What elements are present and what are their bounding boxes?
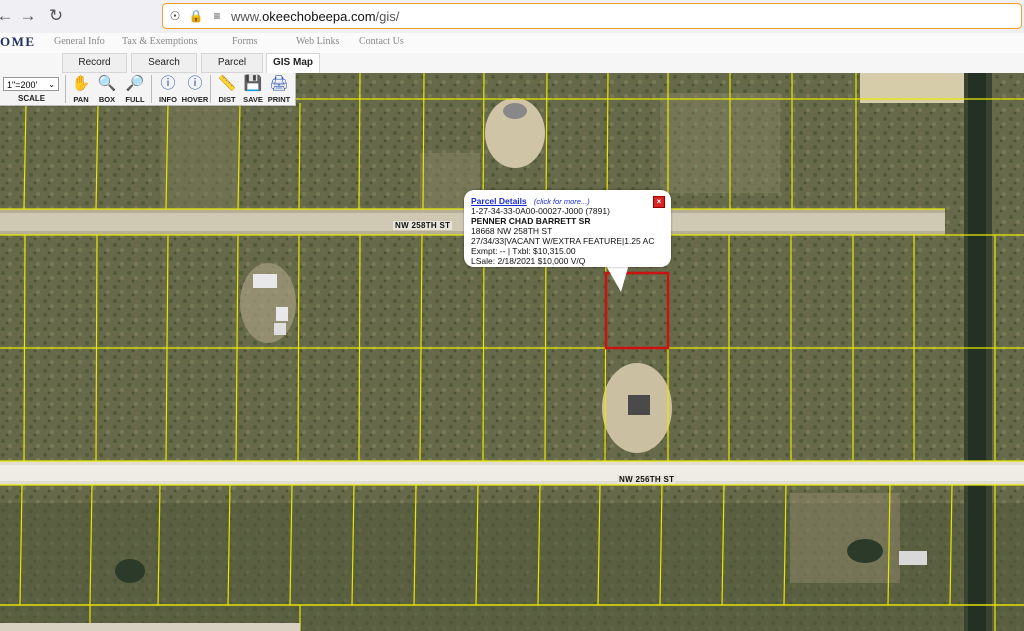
save-label: SAVE <box>243 95 263 104</box>
info-tool-button[interactable]: ⓘ INFO <box>154 73 182 105</box>
site-logo[interactable]: OME <box>0 34 36 50</box>
nav-contact-us[interactable]: Contact Us <box>359 36 404 47</box>
road-label-nw-256th: NW 256TH ST <box>617 475 677 484</box>
box-label: BOX <box>98 95 116 104</box>
parcel-details-link[interactable]: Parcel Details <box>471 196 527 206</box>
pan-tool-button[interactable]: ✋ PAN <box>67 73 95 105</box>
hover-tool-button[interactable]: ⓘ HOVER <box>181 73 209 105</box>
toolbar-divider <box>65 75 66 103</box>
owner-name: PENNER CHAD BARRETT SR <box>471 216 591 226</box>
legal-description: 27/34/33|VACANT W/EXTRA FEATURE|1.25 AC <box>471 236 655 246</box>
save-button[interactable]: 💾 SAVE <box>239 73 267 105</box>
dist-label: DIST <box>218 95 236 104</box>
ruler-icon: 📏 <box>217 75 237 92</box>
print-button[interactable]: 🖨 PRINT <box>265 73 293 105</box>
hover-label: HOVER <box>181 95 209 104</box>
click-for-more-link[interactable]: (click for more...) <box>534 197 590 206</box>
aerial-map-canvas[interactable] <box>0 73 1024 631</box>
browser-toolbar: ← → ↻ ☉ 🔒 ≡ www.okeechobeepa.com/gis/ <box>0 0 1024 34</box>
nav-web-links[interactable]: Web Links <box>296 36 339 47</box>
close-icon[interactable]: × <box>653 196 665 208</box>
scale-value: 1"=200' <box>7 80 38 90</box>
url-text[interactable]: www.okeechobeepa.com/gis/ <box>231 9 399 24</box>
zoom-box-icon: 🔍 <box>97 75 117 92</box>
tab-parcel-details[interactable]: Parcel Details <box>201 53 263 86</box>
reload-icon[interactable]: ↻ <box>45 5 67 27</box>
toolbar-divider <box>210 75 211 103</box>
hover-info-icon: ⓘ <box>187 75 203 92</box>
full-label: FULL <box>125 95 145 104</box>
parcel-info-popup: Parcel Details (click for more...) 1-27-… <box>464 190 671 267</box>
nav-tax-exemptions[interactable]: Tax & Exemptions <box>122 36 197 47</box>
info-icon: ⓘ <box>160 75 176 92</box>
site-address: 18668 NW 258TH ST <box>471 226 553 236</box>
tab-search-results[interactable]: Search Results <box>131 53 197 86</box>
url-path: /gis/ <box>375 9 400 24</box>
box-zoom-button[interactable]: 🔍 BOX <box>93 73 121 105</box>
nav-general-info[interactable]: General Info <box>54 36 105 47</box>
scale-select[interactable]: 1"=200' ⌄ <box>3 77 59 91</box>
exemption-taxable: Exmpt: -- | Txbl: $10,315.00 <box>471 246 576 256</box>
url-prefix: www. <box>231 9 263 24</box>
back-icon[interactable]: ← <box>0 5 16 27</box>
address-bar[interactable]: ☉ 🔒 ≡ www.okeechobeepa.com/gis/ <box>162 3 1022 29</box>
distance-tool-button[interactable]: 📏 DIST <box>213 73 241 105</box>
toolbar-divider <box>151 75 152 103</box>
hand-icon: ✋ <box>71 75 91 92</box>
info-label: INFO <box>159 95 177 104</box>
tab-record-search[interactable]: Record Search <box>62 53 127 86</box>
road-label-nw-258th: NW 258TH ST <box>393 221 453 230</box>
chevron-down-icon: ⌄ <box>48 80 55 89</box>
print-label: PRINT <box>267 95 291 104</box>
shield-icon[interactable]: ☉ <box>167 8 183 24</box>
pan-label: PAN <box>73 95 89 104</box>
zoom-full-icon: 🔎 <box>125 75 145 92</box>
forward-icon[interactable]: → <box>17 5 39 27</box>
nav-forms[interactable]: Forms <box>232 36 258 47</box>
url-domain: okeechobeepa.com <box>262 9 376 24</box>
scale-label: SCALE <box>18 94 46 103</box>
lock-icon[interactable]: 🔒 <box>188 8 204 24</box>
printer-icon: 🖨 <box>269 75 289 92</box>
map-toolbar: 1"=200' ⌄ SCALE ✋ PAN 🔍 BOX 🔎 FULL ⓘ INFO ⓘ HO… <box>0 73 296 106</box>
parcel-id: 1-27-34-33-0A00-00027-J000 (7891) <box>471 206 610 216</box>
save-icon: 💾 <box>243 75 263 92</box>
last-sale: LSale: 2/18/2021 $10,000 V/Q <box>471 256 586 266</box>
site-header: OME General Info Tax & Exemptions Forms … <box>0 33 1024 53</box>
gis-map[interactable]: NW 258TH ST NW 256TH ST <box>0 73 1024 631</box>
permissions-icon[interactable]: ≡ <box>209 8 225 24</box>
tab-gis-map[interactable]: GIS Map <box>266 53 320 73</box>
tab-bar: Record Search Search Results Parcel Deta… <box>0 53 1024 86</box>
full-extent-button[interactable]: 🔎 FULL <box>121 73 149 105</box>
